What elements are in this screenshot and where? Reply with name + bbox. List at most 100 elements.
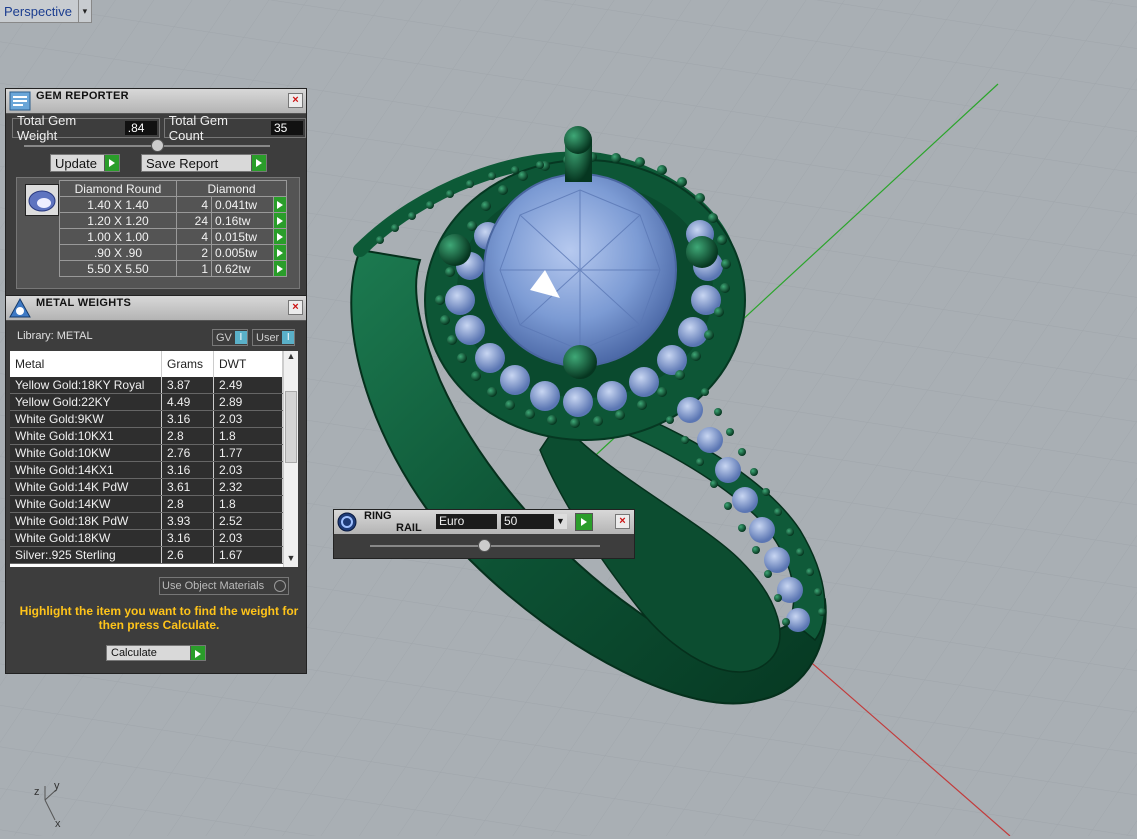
gem-select-arrow-icon[interactable] <box>273 228 287 245</box>
ring-size-select[interactable]: 50 ▼ <box>501 514 567 529</box>
metal-grams: 3.93 <box>161 512 214 530</box>
gem-select-arrow-icon[interactable] <box>273 260 287 277</box>
scroll-down-icon[interactable]: ▼ <box>284 553 298 567</box>
save-report-go-icon <box>251 155 266 171</box>
metal-weights-titlebar[interactable]: METAL WEIGHTS × <box>6 296 306 321</box>
metal-row[interactable]: White Gold:14KW 2.8 1.8 <box>10 495 283 513</box>
ring-rail-close-icon[interactable]: × <box>615 514 630 529</box>
user-toggle-switch-icon: I <box>282 331 295 344</box>
gem-select-arrow-icon[interactable] <box>273 196 287 213</box>
save-report-button[interactable]: Save Report <box>141 154 267 172</box>
gem-weight: 0.015tw <box>211 228 274 245</box>
total-gem-count-label: Total Gem Count <box>168 113 228 143</box>
metal-dwt: 2.03 <box>213 461 283 479</box>
ring-rail-bar[interactable]: RING RAIL Euro 50 ▼ × <box>334 510 634 534</box>
ring-rail-slider-knob[interactable] <box>478 539 491 552</box>
viewport-menu-dropdown[interactable]: ▾ <box>77 0 91 22</box>
gem-count: 2 <box>176 244 212 261</box>
viewport-title[interactable]: Perspective <box>0 4 78 19</box>
gv-toggle-switch-icon: I <box>234 331 247 344</box>
metal-weights-panel: METAL WEIGHTS × Library: METAL GV I User… <box>5 295 307 674</box>
gem-reporter-close-icon[interactable]: × <box>288 93 303 108</box>
gem-row[interactable]: 1.40 X 1.40 4 0.041tw <box>59 196 287 213</box>
metal-row[interactable]: White Gold:18KW 3.16 2.03 <box>10 529 283 547</box>
play-icon <box>581 518 587 526</box>
metal-row[interactable]: Yellow Gold:18KY Royal 3.87 2.49 <box>10 377 283 394</box>
gem-list: Diamond Round Diamond 1.40 X 1.40 4 0.04… <box>16 177 300 289</box>
metal-dwt: 1.67 <box>213 546 283 564</box>
calculate-hint: Highlight the item you want to find the … <box>19 604 299 632</box>
gem-count: 4 <box>176 228 212 245</box>
metal-name: White Gold:10KW <box>10 444 162 462</box>
metal-dwt: 2.03 <box>213 529 283 547</box>
metal-row[interactable]: White Gold:18K PdW 3.93 2.52 <box>10 512 283 530</box>
scrollbar-thumb[interactable] <box>285 391 297 463</box>
metal-dwt: 2.89 <box>213 393 283 411</box>
gem-row[interactable]: 1.20 X 1.20 24 0.16tw <box>59 212 287 229</box>
metal-name: White Gold:14K PdW <box>10 478 162 496</box>
total-gem-count: Total Gem Count 35 <box>163 113 306 143</box>
metal-name: Yellow Gold:18KY Royal <box>10 377 162 394</box>
metal-grams: 3.61 <box>161 478 214 496</box>
round-diamond-icon <box>25 184 59 216</box>
calculate-button-label: Calculate <box>111 647 157 659</box>
gem-row[interactable]: 1.00 X 1.00 4 0.015tw <box>59 228 287 245</box>
metal-row[interactable]: White Gold:10KW 2.76 1.77 <box>10 444 283 462</box>
update-button[interactable]: Update <box>50 154 120 172</box>
gem-reporter-slider-track[interactable] <box>24 145 270 147</box>
ring-rail-panel: RING RAIL Euro 50 ▼ × <box>333 509 635 559</box>
metal-row[interactable]: Yellow Gold:22KY 4.49 2.89 <box>10 393 283 411</box>
metal-row[interactable]: White Gold:14KX1 3.16 2.03 <box>10 461 283 479</box>
metal-grams: 3.16 <box>161 410 214 428</box>
user-toggle[interactable]: User I <box>252 329 296 346</box>
ring-rail-go-button[interactable] <box>575 513 593 531</box>
metal-name: White Gold:14KX1 <box>10 461 162 479</box>
metal-name: White Gold:18K PdW <box>10 512 162 530</box>
gem-reporter-title: GEM REPORTER <box>36 90 129 102</box>
metal-grams: 2.8 <box>161 495 214 513</box>
gem-count: 24 <box>176 212 212 229</box>
calculate-go-icon <box>190 646 205 660</box>
metal-dwt: 2.49 <box>213 377 283 394</box>
metal-table-scrollbar[interactable]: ▲ ▼ <box>283 351 298 567</box>
update-go-icon <box>104 155 119 171</box>
metal-row[interactable]: White Gold:10KX1 2.8 1.8 <box>10 427 283 445</box>
gv-toggle-label: GV <box>216 331 232 344</box>
gem-count: 4 <box>176 196 212 213</box>
scroll-up-icon[interactable]: ▲ <box>284 351 298 365</box>
gem-select-arrow-icon[interactable] <box>273 244 287 261</box>
metal-name: White Gold:10KX1 <box>10 427 162 445</box>
metal-grams: 3.16 <box>161 529 214 547</box>
library-label: Library: METAL <box>17 330 93 342</box>
metal-dwt: 2.52 <box>213 512 283 530</box>
metal-row[interactable]: Silver:.925 Sterling 2.6 1.67 <box>10 546 283 564</box>
metal-weights-close-icon[interactable]: × <box>288 300 303 315</box>
metal-col-header[interactable]: Metal <box>10 351 162 377</box>
update-button-label: Update <box>55 155 97 171</box>
total-gem-weight-label: Total Gem Weight <box>17 113 77 143</box>
metal-grams: 3.87 <box>161 377 214 394</box>
gv-toggle[interactable]: GV I <box>212 329 248 346</box>
calculate-button[interactable]: Calculate <box>106 645 206 661</box>
gem-row[interactable]: .90 X .90 2 0.005tw <box>59 244 287 261</box>
metal-table-container[interactable]: Metal Grams DWT Yellow Gold:18KY Royal 3.… <box>10 351 298 567</box>
use-object-materials-toggle[interactable]: Use Object Materials <box>159 577 289 595</box>
dwt-col-header[interactable]: DWT <box>213 351 283 377</box>
metal-table: Metal Grams DWT Yellow Gold:18KY Royal 3.… <box>10 351 283 564</box>
ring-size-standard-field[interactable]: Euro <box>436 514 497 529</box>
ring-size-value: 50 <box>504 514 518 528</box>
grams-col-header[interactable]: Grams <box>161 351 214 377</box>
gem-row[interactable]: 5.50 X 5.50 1 0.62tw <box>59 260 287 277</box>
gem-reporter-slider-knob[interactable] <box>151 139 164 152</box>
gem-reporter-titlebar[interactable]: GEM REPORTER × <box>6 89 306 114</box>
chevron-down-icon[interactable]: ▼ <box>554 514 567 529</box>
ring-rail-title-line2: RAIL <box>396 522 422 534</box>
viewport-label[interactable]: Perspective ▾ <box>0 0 92 23</box>
metal-name: Yellow Gold:22KY <box>10 393 162 411</box>
metal-dwt: 1.8 <box>213 495 283 513</box>
metal-row[interactable]: White Gold:14K PdW 3.61 2.32 <box>10 478 283 496</box>
total-gem-count-value: 35 <box>271 121 303 135</box>
metal-row[interactable]: White Gold:9KW 3.16 2.03 <box>10 410 283 428</box>
gem-select-arrow-icon[interactable] <box>273 212 287 229</box>
metal-dwt: 1.8 <box>213 427 283 445</box>
